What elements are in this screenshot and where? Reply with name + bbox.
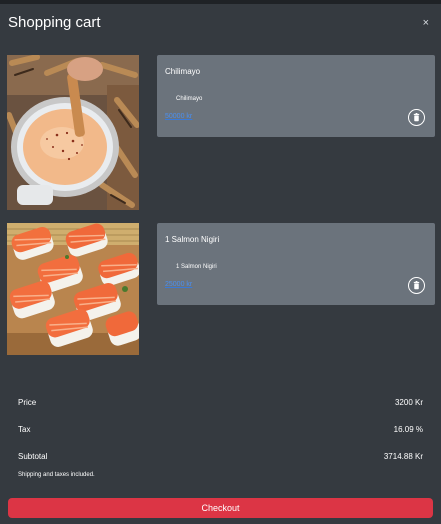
chili-mayo-dip-with-fries-photo <box>7 55 139 210</box>
tax-value: 16.09 % <box>393 425 423 434</box>
shipping-note: Shipping and taxes included. <box>18 472 95 478</box>
remove-item-button[interactable] <box>408 109 425 126</box>
tax-label: Tax <box>18 425 31 434</box>
product-image <box>7 55 139 210</box>
item-price[interactable]: 50000 kr <box>165 113 192 120</box>
checkout-button[interactable]: Checkout <box>8 498 433 518</box>
item-price[interactable]: 25000 kr <box>165 281 192 288</box>
summary-tax-row: Tax 16.09 % <box>0 425 441 439</box>
close-icon[interactable]: × <box>423 17 429 29</box>
page-title: Shopping cart <box>8 14 101 31</box>
trash-icon <box>413 281 420 290</box>
salmon-nigiri-sushi-photo <box>7 223 139 355</box>
item-name: Chilimayo <box>165 67 201 76</box>
item-variant: 1 Salmon Nigiri <box>176 264 217 270</box>
product-image <box>7 223 139 355</box>
subtotal-label: Subtotal <box>18 452 48 461</box>
trash-icon <box>413 113 420 122</box>
summary-price-row: Price 3200 Kr <box>0 398 441 412</box>
price-label: Price <box>18 398 37 407</box>
subtotal-value: 3714.88 Kr <box>383 452 423 461</box>
item-name: 1 Salmon Nigiri <box>165 235 220 244</box>
remove-item-button[interactable] <box>408 277 425 294</box>
summary-subtotal-row: Subtotal 3714.88 Kr <box>0 452 441 466</box>
price-value: 3200 Kr <box>394 398 423 407</box>
cart-item-card: Chilimayo Chilimayo 50000 kr <box>157 55 435 137</box>
cart-item-card: 1 Salmon Nigiri 1 Salmon Nigiri 25000 kr <box>157 223 435 305</box>
item-variant: Chilimayo <box>176 96 203 102</box>
cart-header: Shopping cart × <box>0 4 441 40</box>
